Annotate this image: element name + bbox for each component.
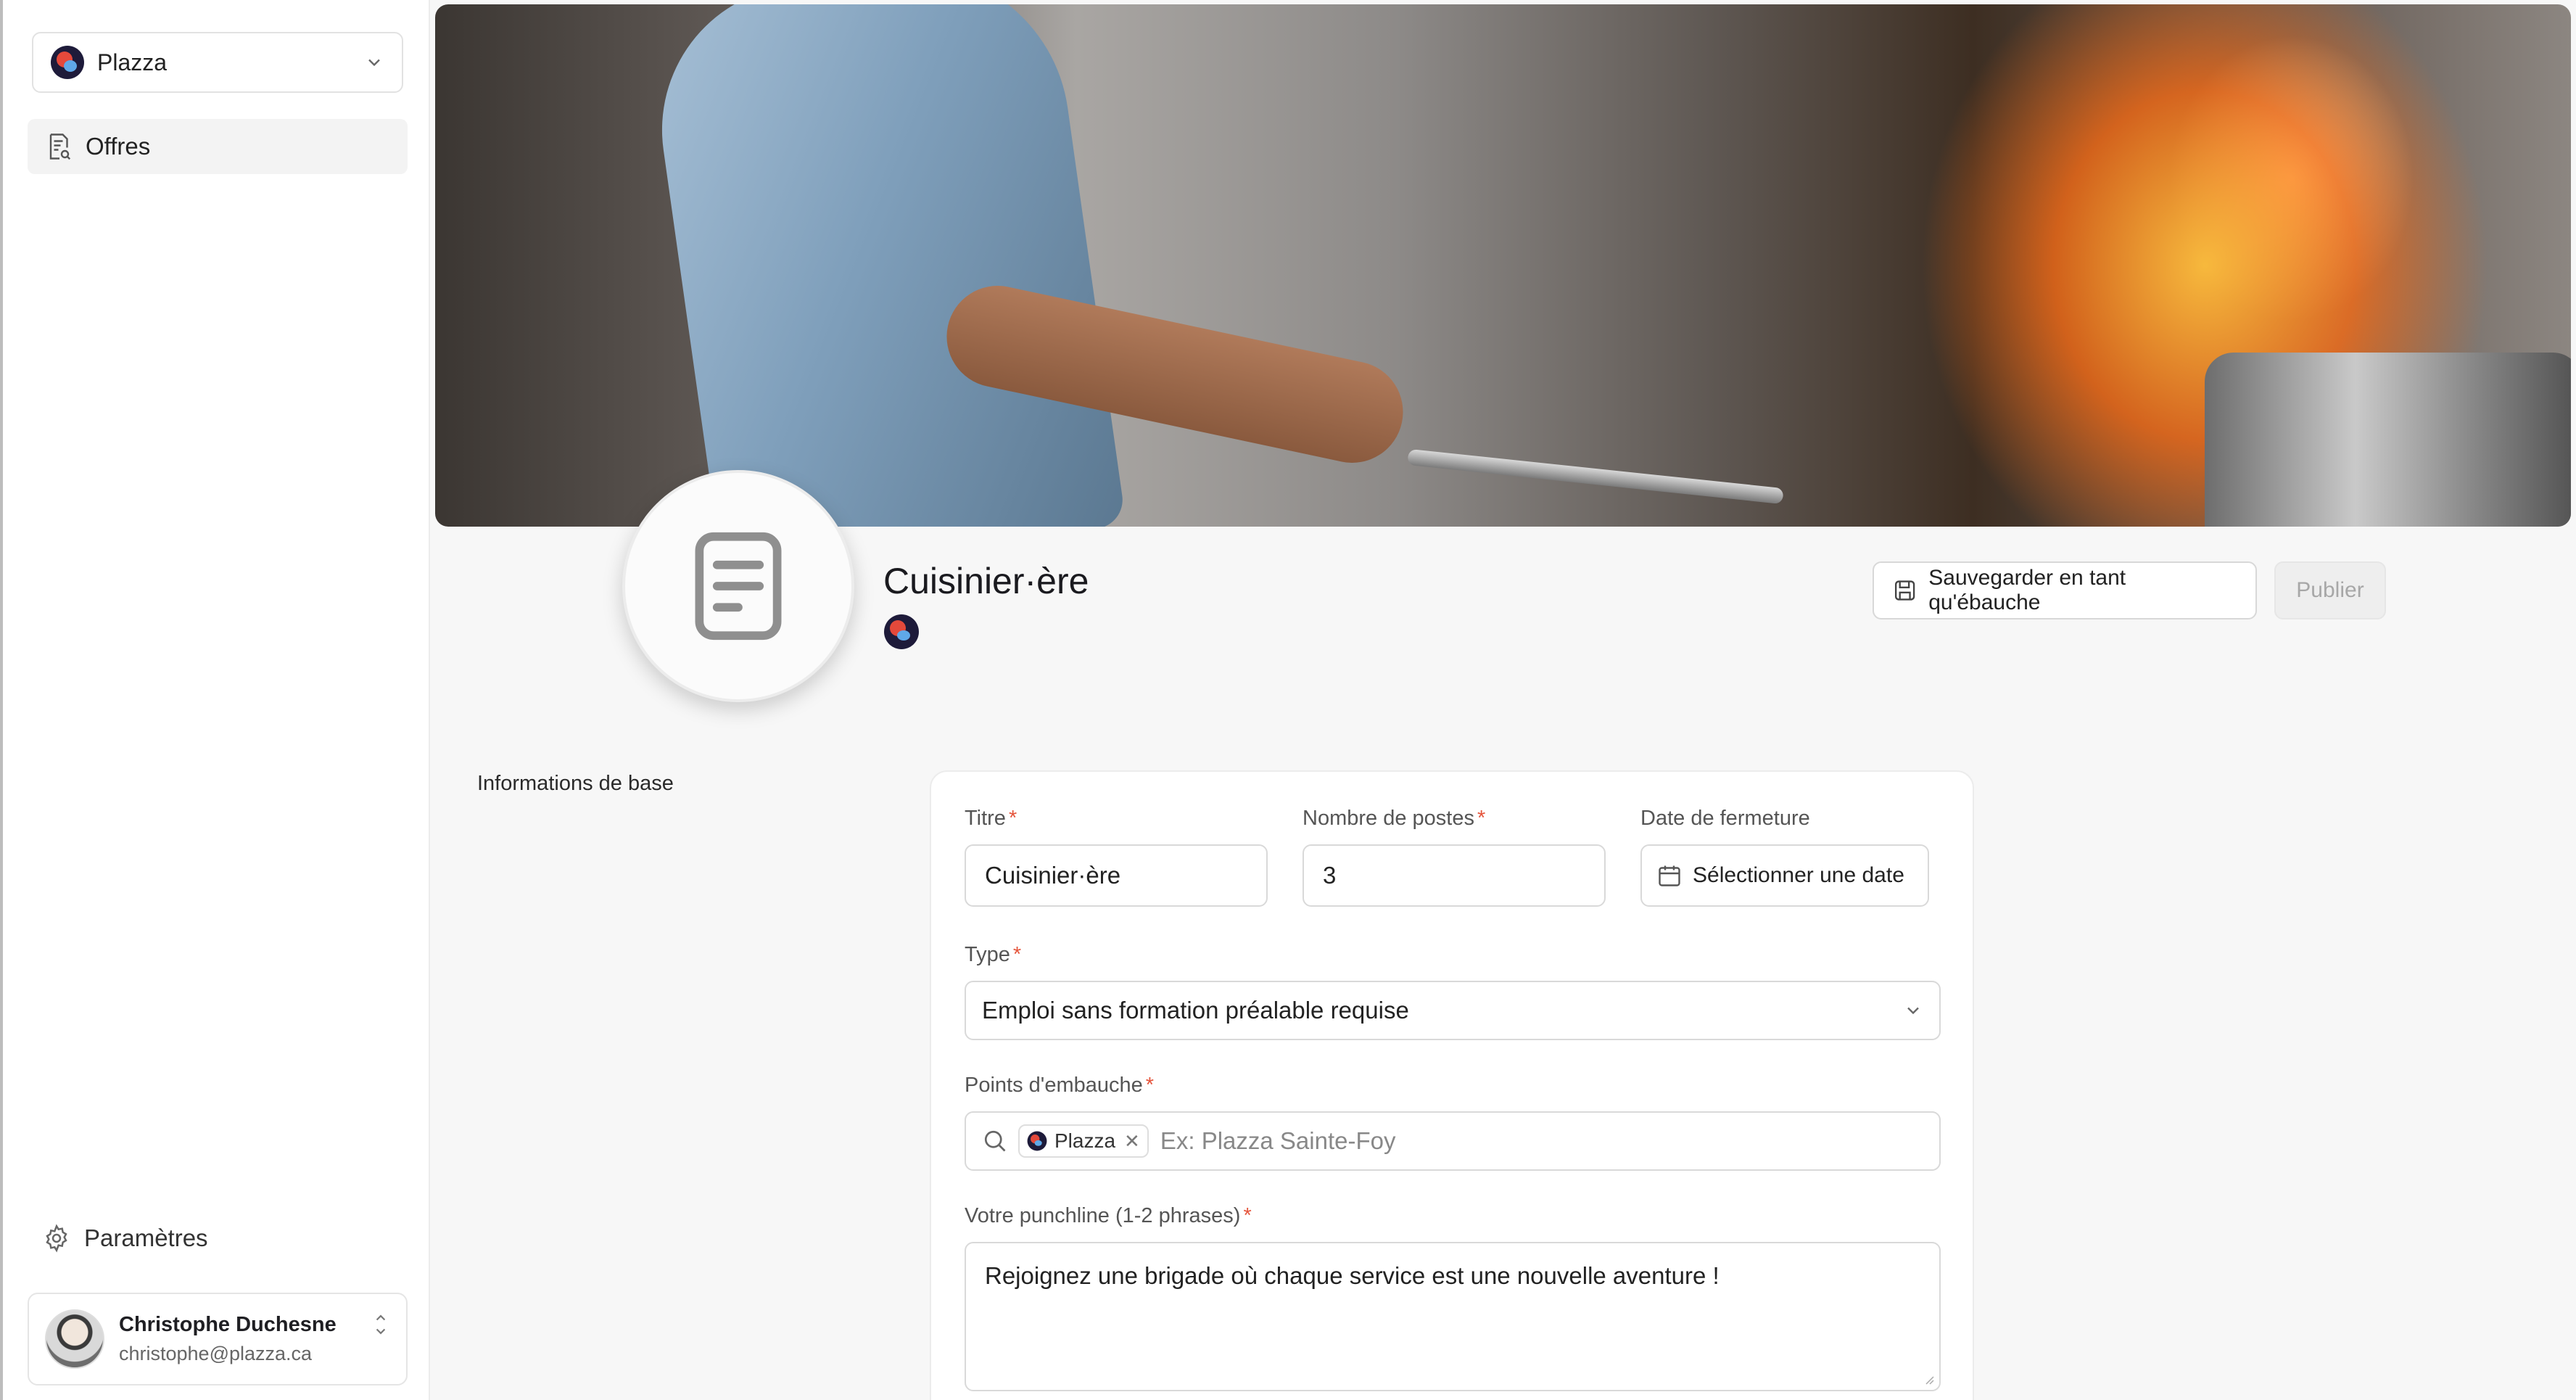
- positions-value: 3: [1323, 862, 1337, 889]
- organization-select[interactable]: Plazza: [32, 32, 403, 93]
- punchline-textarea[interactable]: Rejoignez une brigade où chaque service …: [965, 1242, 1941, 1391]
- offer-avatar[interactable]: [622, 470, 854, 702]
- positions-input[interactable]: 3: [1303, 844, 1606, 907]
- hiring-points-label: Points d'embauche *: [965, 1074, 1155, 1097]
- user-name: Christophe Duchesne: [119, 1313, 337, 1336]
- hiring-points-input[interactable]: Plazza ✕ Ex: Plazza Sainte-Foy: [965, 1111, 1941, 1171]
- user-menu[interactable]: Christophe Duchesne christophe@plazza.ca: [28, 1293, 408, 1385]
- organization-name: Plazza: [97, 49, 168, 75]
- chef-figure: [643, 4, 1126, 527]
- hiring-points-placeholder: Ex: Plazza Sainte-Foy: [1160, 1127, 1396, 1154]
- positions-label: Nombre de postes *: [1303, 807, 1486, 830]
- chevron-up-down-icon: [376, 1314, 386, 1335]
- plazza-logo-icon: [1027, 1131, 1047, 1151]
- cover-image: [435, 4, 2571, 527]
- calendar-icon: [1659, 865, 1680, 886]
- chevron-down-icon: [1907, 1007, 1919, 1015]
- page-title: Cuisinier·ère: [883, 561, 1089, 601]
- sidebar-item-settings[interactable]: Paramètres: [42, 1213, 208, 1264]
- save-draft-button[interactable]: Sauvegarder en tant qu'ébauche: [1873, 561, 2257, 619]
- punchline-label: Votre punchline (1-2 phrases) *: [965, 1204, 1252, 1227]
- closing-date-button[interactable]: Sélectionner une date: [1640, 844, 1929, 907]
- publish-button[interactable]: Publier: [2274, 561, 2386, 619]
- closing-date-label: Date de fermeture: [1640, 807, 1810, 830]
- cooking-pot: [2205, 353, 2571, 527]
- pan-handle: [1407, 448, 1784, 505]
- avatar: [45, 1309, 104, 1369]
- title-value: Cuisinier·ère: [985, 862, 1121, 889]
- form-card: Titre * Cuisinier·ère Nombre de postes * 3…: [930, 770, 1974, 1400]
- resize-handle-icon[interactable]: [1920, 1371, 1935, 1385]
- gear-icon: [46, 1224, 67, 1253]
- document-icon: [695, 532, 782, 641]
- remove-tag-icon[interactable]: ✕: [1124, 1130, 1140, 1153]
- save-draft-label: Sauvegarder en tant qu'ébauche: [1928, 566, 2126, 614]
- plazza-logo-icon: [51, 46, 84, 79]
- sidebar: Plazza Offres Paramètres Christophe Duch…: [0, 0, 430, 1400]
- settings-label: Paramètres: [84, 1224, 208, 1251]
- search-icon: [984, 1130, 1006, 1152]
- title-input[interactable]: Cuisinier·ère: [965, 844, 1268, 907]
- type-label: Type *: [965, 943, 1022, 966]
- section-label: Informations de base: [477, 772, 674, 795]
- hiring-point-tag-label: Plazza: [1054, 1129, 1116, 1152]
- type-select[interactable]: Emploi sans formation préalable requise: [965, 981, 1941, 1040]
- chevron-down-icon: [368, 59, 380, 67]
- plazza-logo-icon: [884, 614, 919, 649]
- closing-date-text: Sélectionner une date: [1693, 863, 1904, 887]
- title-label: Titre *: [965, 807, 1017, 830]
- hiring-point-tag: Plazza ✕: [1018, 1124, 1149, 1158]
- save-icon: [1894, 580, 1915, 601]
- sidebar-item-label: Offres: [86, 133, 151, 160]
- document-search-icon: [49, 133, 71, 160]
- user-email: christophe@plazza.ca: [119, 1343, 313, 1364]
- punchline-value: Rejoignez une brigade où chaque service …: [985, 1262, 1720, 1289]
- sidebar-item-offres[interactable]: Offres: [28, 119, 408, 174]
- type-value: Emploi sans formation préalable requise: [982, 997, 1409, 1024]
